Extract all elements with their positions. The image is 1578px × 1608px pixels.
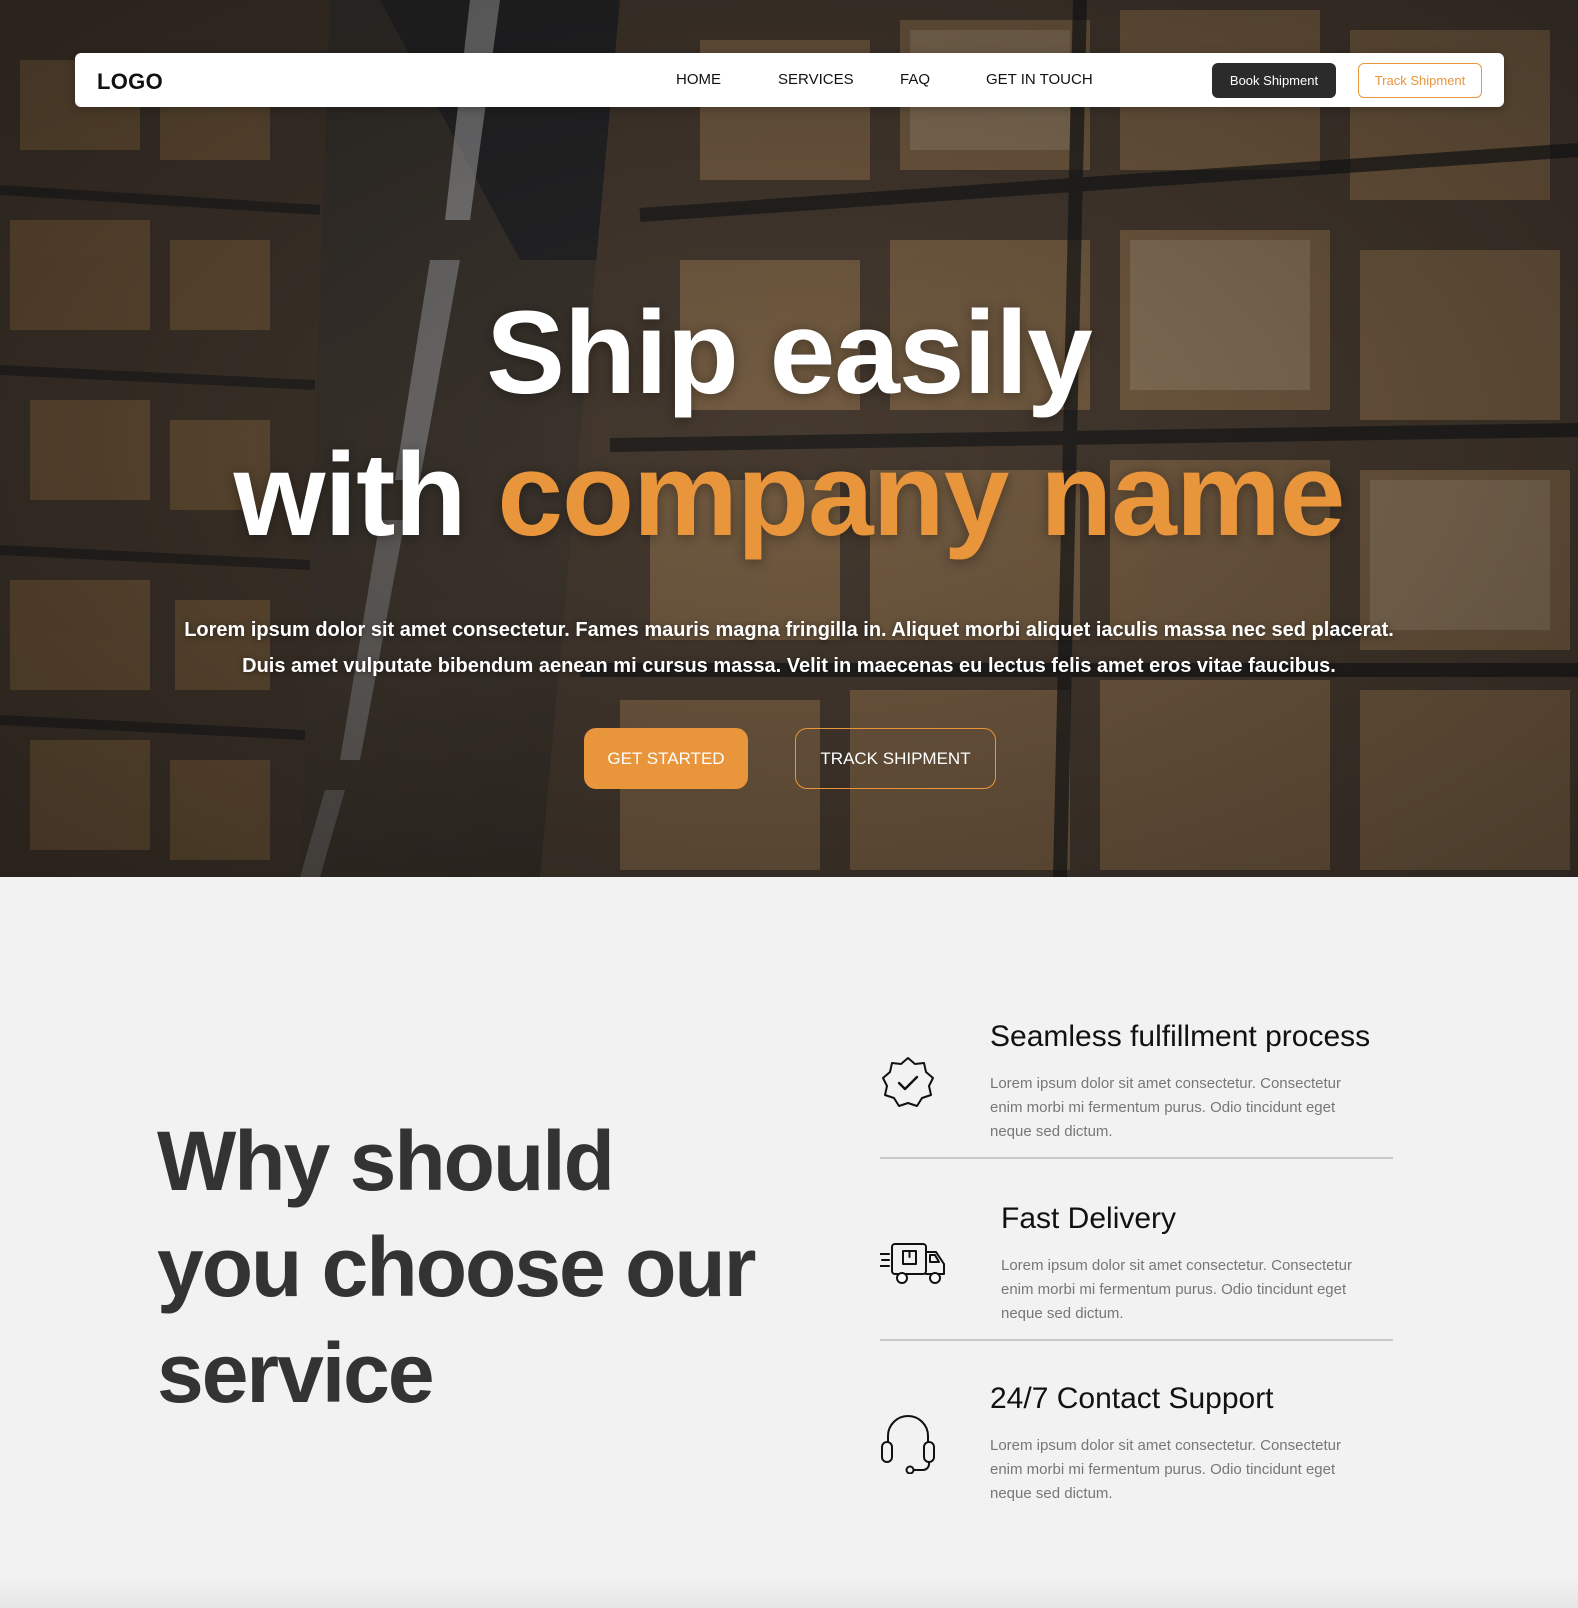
- feature-title: Seamless fulfillment process: [990, 1020, 1371, 1053]
- hero-subtitle: Lorem ipsum dolor sit amet consectetur. …: [160, 612, 1418, 684]
- get-started-button[interactable]: GET STARTED: [584, 728, 748, 789]
- book-shipment-button[interactable]: Book Shipment: [1212, 63, 1336, 98]
- feature-title: 24/7 Contact Support: [990, 1382, 1274, 1415]
- nav-link-services[interactable]: SERVICES: [778, 71, 854, 88]
- track-shipment-hero-button[interactable]: TRACK SHIPMENT: [795, 728, 996, 789]
- logo[interactable]: LOGO: [97, 69, 163, 95]
- nav-link-faq[interactable]: FAQ: [900, 71, 930, 88]
- hero-subtitle-line2: Duis amet vulputate bibendum aenean mi c…: [242, 655, 1336, 677]
- feature-description: Lorem ipsum dolor sit amet consectetur. …: [990, 1075, 1341, 1140]
- track-shipment-nav-button[interactable]: Track Shipment: [1358, 63, 1482, 98]
- hero-section: LOGO HOME SERVICES FAQ GET IN TOUCH Book…: [0, 0, 1578, 877]
- nav-link-get-in-touch[interactable]: GET IN TOUCH: [986, 71, 1093, 88]
- headset-icon: [881, 1415, 935, 1474]
- top-navbar: LOGO HOME SERVICES FAQ GET IN TOUCH Book…: [75, 53, 1504, 107]
- verified-badge-icon: [882, 1057, 934, 1107]
- why-heading-line1: Why should: [157, 1114, 615, 1208]
- delivery-truck-icon: [880, 1243, 945, 1284]
- feature-description: Lorem ipsum dolor sit amet consectetur. …: [1001, 1257, 1352, 1322]
- nav-link-home[interactable]: HOME: [676, 71, 721, 88]
- feature-title: Fast Delivery: [1001, 1202, 1177, 1235]
- hero-heading-with: with: [233, 429, 498, 561]
- feature-divider: [880, 1157, 1393, 1159]
- feature-divider: [880, 1339, 1393, 1341]
- why-heading-line2: you choose our: [157, 1220, 756, 1314]
- section-bottom-edge: [0, 1578, 1578, 1608]
- why-choose-us-heading: Why should you choose our service: [157, 1108, 756, 1426]
- hero-heading-line1: Ship easily: [486, 287, 1093, 419]
- why-heading-line3: service: [157, 1326, 435, 1420]
- feature-description: Lorem ipsum dolor sit amet consectetur. …: [990, 1437, 1341, 1502]
- hero-heading: Ship easily with company name: [0, 282, 1578, 566]
- hero-heading-company-name: company name: [497, 429, 1345, 561]
- hero-subtitle-line1: Lorem ipsum dolor sit amet consectetur. …: [184, 619, 1394, 641]
